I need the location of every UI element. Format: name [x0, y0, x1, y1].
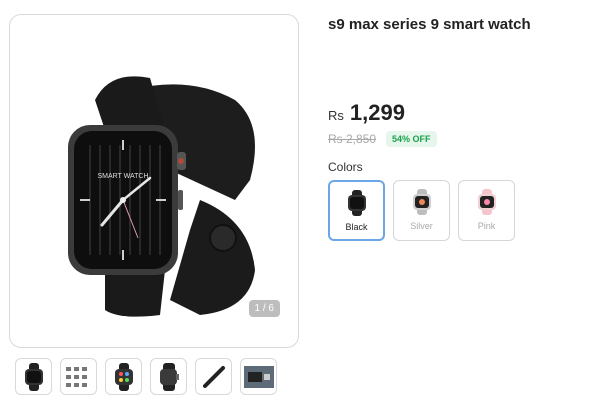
- product-gallery: SMART WATCH 1 / 6: [9, 14, 299, 348]
- colors-label: Colors: [328, 160, 363, 174]
- color-option-label: Pink: [477, 221, 496, 231]
- color-option-black[interactable]: Black: [328, 180, 385, 241]
- color-option-label: Silver: [410, 221, 433, 231]
- black-watch-icon: [347, 190, 366, 216]
- pink-watch-icon: [477, 189, 496, 215]
- color-option-label: Black: [345, 222, 368, 232]
- watch-face-text: SMART WATCH: [97, 173, 148, 180]
- product-title: s9 max series 9 smart watch: [328, 16, 531, 33]
- thumbnail-colorful-face[interactable]: [105, 358, 142, 395]
- thumbnail-black-watch-side[interactable]: [150, 358, 187, 395]
- silver-watch-icon: [412, 189, 431, 215]
- price-amount: 1,299: [349, 100, 405, 125]
- price-currency: Rs: [328, 108, 344, 123]
- thumbnail-strap[interactable]: [195, 358, 232, 395]
- price: Rs 1,299: [328, 100, 405, 126]
- discount-badge: 54% OFF: [386, 131, 437, 147]
- color-option-pink[interactable]: Pink: [458, 180, 515, 241]
- thumbnail-features-grid[interactable]: [60, 358, 97, 395]
- original-price: Rs 2,850: [328, 132, 377, 146]
- color-swatches: Black Silver Pink: [328, 180, 515, 241]
- main-product-image[interactable]: SMART WATCH: [50, 70, 270, 320]
- thumbnail-black-watch[interactable]: [15, 358, 52, 395]
- image-counter: 1 / 6: [248, 300, 280, 317]
- thumbnail-strip: [15, 358, 277, 395]
- thumbnail-packaging[interactable]: [240, 358, 277, 395]
- price-discount-row: Rs 2,850 54% OFF: [328, 131, 437, 147]
- color-option-silver[interactable]: Silver: [393, 180, 450, 241]
